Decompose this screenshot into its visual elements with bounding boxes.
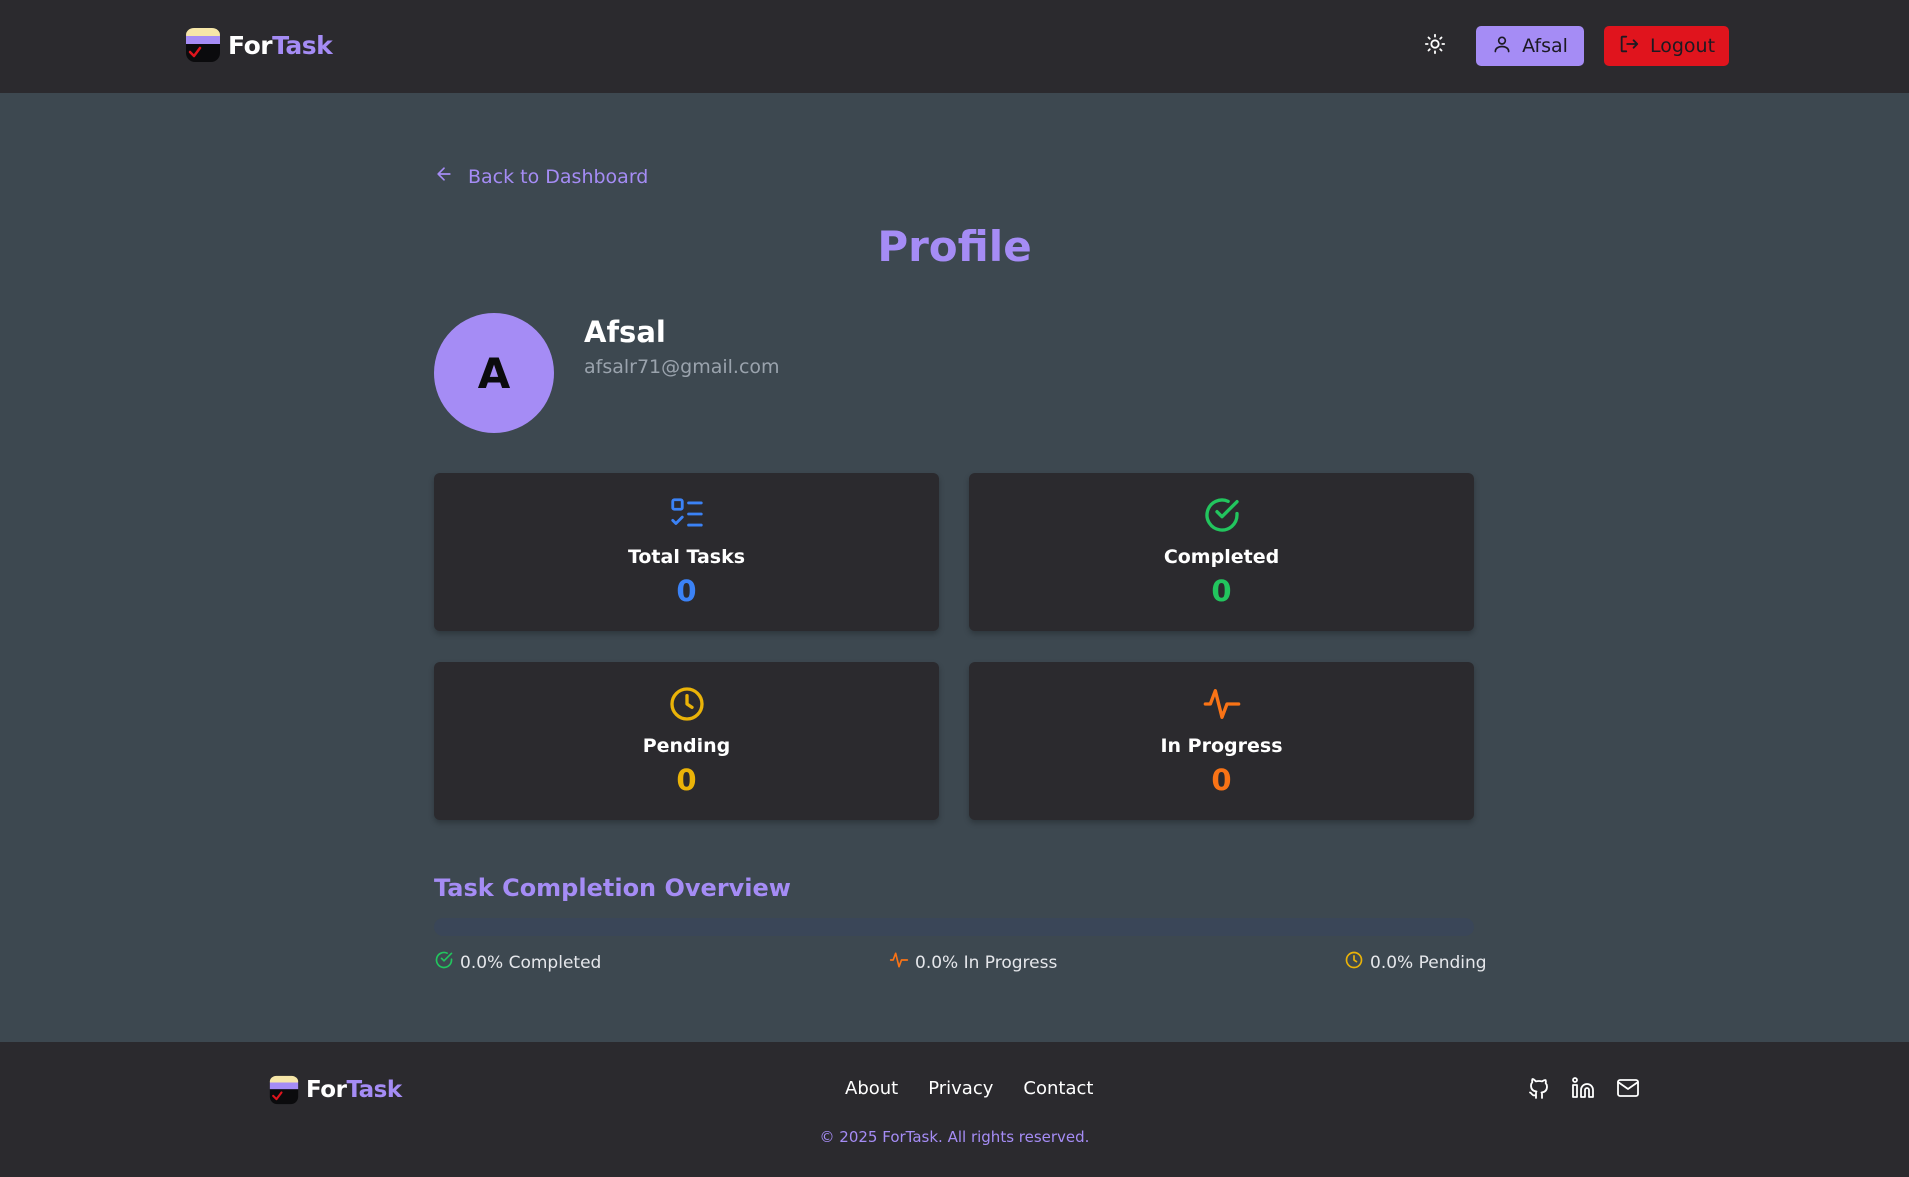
stat-value: 0 — [676, 763, 697, 797]
legend-in-progress: 0.0% In Progress — [889, 950, 1057, 975]
stat-card-total-tasks: Total Tasks 0 — [434, 473, 939, 631]
back-link-label: Back to Dashboard — [468, 165, 649, 188]
footer-brand-logo[interactable]: ForTask — [269, 1074, 402, 1106]
mail-icon[interactable] — [1615, 1076, 1641, 1104]
linkedin-icon[interactable] — [1571, 1076, 1595, 1104]
footer-link-contact[interactable]: Contact — [1023, 1078, 1093, 1099]
check-circle-icon — [1202, 495, 1242, 539]
logo-icon — [269, 1074, 299, 1106]
completion-progress-bar — [434, 918, 1474, 936]
profile-button-label: Afsal — [1522, 35, 1568, 57]
arrow-left-icon — [434, 164, 454, 189]
check-circle-icon — [434, 950, 454, 975]
stat-label: Pending — [642, 735, 731, 757]
stat-value: 0 — [1211, 574, 1232, 608]
top-navbar: ForTask Afsal Logout — [0, 0, 1909, 93]
list-check-icon — [668, 495, 706, 537]
activity-icon — [1202, 684, 1242, 728]
stat-card-completed: Completed 0 — [969, 473, 1474, 631]
stat-label: In Progress — [1160, 735, 1283, 757]
activity-icon — [889, 950, 909, 975]
legend-text: 0.0% Pending — [1370, 952, 1487, 973]
stat-card-in-progress: In Progress 0 — [969, 662, 1474, 820]
stat-label: Total Tasks — [627, 546, 746, 568]
logo-text: ForTask — [306, 1077, 402, 1103]
user-email: afsalr71@gmail.com — [584, 356, 780, 378]
logo-icon — [185, 26, 221, 64]
legend-completed: 0.0% Completed — [434, 950, 601, 975]
avatar: A — [434, 313, 554, 433]
page-title: Profile — [877, 222, 1032, 271]
stat-value: 0 — [676, 574, 697, 608]
user-icon — [1492, 34, 1512, 59]
footer-social-links — [1527, 1076, 1641, 1104]
user-name: Afsal — [584, 315, 666, 349]
clock-icon — [1344, 950, 1364, 975]
legend-text: 0.0% Completed — [460, 952, 602, 973]
logout-icon — [1618, 33, 1640, 60]
legend-text: 0.0% In Progress — [915, 952, 1058, 973]
stat-label: Completed — [1163, 546, 1280, 568]
brand-logo[interactable]: ForTask — [185, 26, 333, 64]
footer-nav: About Privacy Contact — [845, 1078, 1093, 1099]
stat-card-pending: Pending 0 — [434, 662, 939, 820]
logo-text: ForTask — [228, 30, 333, 60]
logout-button[interactable]: Logout — [1604, 26, 1729, 66]
overview-title: Task Completion Overview — [434, 874, 791, 902]
sun-icon — [1424, 33, 1446, 59]
footer-link-privacy[interactable]: Privacy — [928, 1078, 993, 1099]
stat-value: 0 — [1211, 763, 1232, 797]
logout-button-label: Logout — [1649, 35, 1716, 57]
clock-icon — [667, 684, 707, 728]
copyright-text: © 2025 ForTask. All rights reserved. — [819, 1128, 1090, 1146]
theme-toggle-button[interactable] — [1420, 33, 1450, 59]
profile-button[interactable]: Afsal — [1476, 26, 1584, 66]
legend-pending: 0.0% Pending — [1344, 950, 1487, 975]
footer-link-about[interactable]: About — [845, 1078, 898, 1099]
github-icon[interactable] — [1527, 1076, 1551, 1104]
footer: ForTask About Privacy Contact © 2025 For… — [0, 1042, 1909, 1177]
back-to-dashboard-link[interactable]: Back to Dashboard — [434, 164, 648, 189]
